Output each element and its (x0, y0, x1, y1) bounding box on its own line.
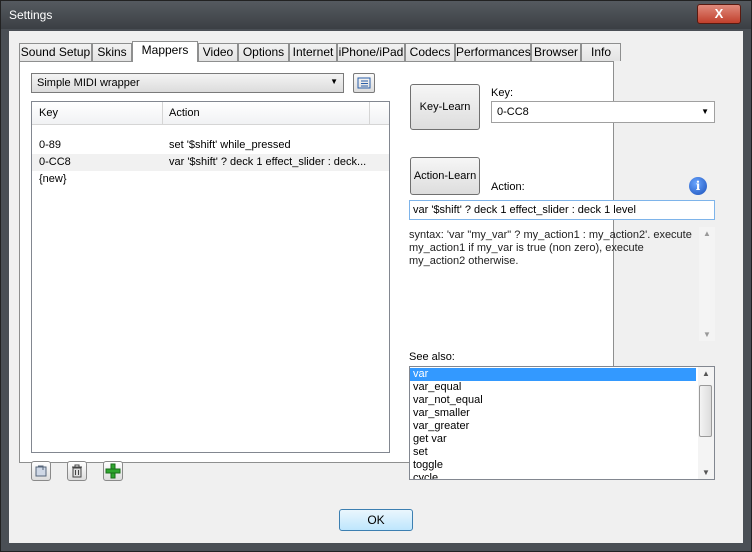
scroll-up-icon[interactable]: ▲ (703, 229, 711, 238)
row-key: {new} (39, 173, 67, 185)
list-item[interactable]: var_greater (410, 420, 696, 433)
row-key: 0-CC8 (39, 156, 71, 168)
restore-icon (35, 465, 47, 477)
mapper-list-button[interactable] (353, 73, 375, 93)
dialog-client-area: Sound Setup Skins Mappers Video Options … (9, 31, 743, 543)
column-header-key[interactable]: Key (39, 107, 58, 119)
scroll-thumb[interactable] (699, 385, 712, 437)
see-also-scrollbar[interactable]: ▲ ▼ (698, 367, 714, 479)
delete-button[interactable] (67, 461, 87, 481)
trash-icon (72, 464, 82, 478)
tab-info[interactable]: Info (581, 43, 621, 61)
list-item[interactable]: cycle (410, 472, 696, 479)
list-item[interactable]: get var (410, 433, 696, 446)
tab-skins[interactable]: Skins (92, 43, 132, 61)
action-input-value: var '$shift' ? deck 1 effect_slider : de… (413, 204, 636, 216)
list-item[interactable]: set (410, 446, 696, 459)
table-header: Key Action (32, 102, 389, 125)
table-row[interactable]: 0-89 set '$shift' while_pressed (32, 137, 389, 154)
tab-codecs[interactable]: Codecs (405, 43, 455, 61)
mapper-selected-value: Simple MIDI wrapper (37, 77, 140, 89)
see-also-list[interactable]: var var_equal var_not_equal var_smaller … (409, 366, 715, 480)
action-learn-button[interactable]: Action-Learn (410, 157, 480, 195)
ok-button[interactable]: OK (339, 509, 413, 531)
table-row[interactable]: 0-CC8 var '$shift' ? deck 1 effect_slide… (32, 154, 389, 171)
action-input[interactable]: var '$shift' ? deck 1 effect_slider : de… (409, 200, 715, 220)
settings-window: Settings X Sound Setup Skins Mappers Vid… (0, 0, 752, 552)
list-icon (357, 77, 371, 89)
list-item[interactable]: var_not_equal (410, 394, 696, 407)
column-header-action[interactable]: Action (169, 107, 200, 119)
tab-sound-setup[interactable]: Sound Setup (19, 43, 92, 61)
key-selected-value: 0-CC8 (497, 106, 529, 118)
chevron-down-icon: ▼ (701, 107, 709, 116)
info-icon[interactable]: i (689, 177, 707, 195)
tab-internet[interactable]: Internet (289, 43, 337, 61)
key-label: Key: (491, 87, 514, 99)
syntax-help-text: syntax: 'var "my_var" ? my_action1 : my_… (409, 229, 692, 267)
column-divider[interactable] (162, 102, 163, 124)
column-divider[interactable] (369, 102, 370, 124)
close-button[interactable]: X (697, 4, 741, 24)
scroll-down-icon[interactable]: ▼ (702, 468, 710, 477)
action-label: Action: (491, 181, 525, 193)
list-item[interactable]: var (410, 368, 696, 381)
tab-mappers[interactable]: Mappers (132, 41, 198, 62)
table-row[interactable]: {new} (32, 171, 389, 188)
tab-video[interactable]: Video (198, 43, 238, 61)
restore-button[interactable] (31, 461, 51, 481)
row-action: set '$shift' while_pressed (169, 139, 291, 151)
tab-options[interactable]: Options (238, 43, 289, 61)
help-scrollbar[interactable]: ▲ ▼ (699, 227, 715, 341)
scroll-down-icon[interactable]: ▼ (703, 330, 711, 339)
list-item[interactable]: var_equal (410, 381, 696, 394)
title-bar[interactable]: Settings X (1, 1, 751, 29)
key-select[interactable]: 0-CC8 ▼ (491, 101, 715, 123)
row-key: 0-89 (39, 139, 62, 151)
list-item[interactable]: var_smaller (410, 407, 696, 420)
mapping-table[interactable]: Key Action 0-89 set '$shift' while_press… (31, 101, 390, 453)
list-item[interactable]: toggle (410, 459, 696, 472)
mapper-select[interactable]: Simple MIDI wrapper ▼ (31, 73, 344, 93)
tab-browser[interactable]: Browser (531, 43, 581, 61)
key-learn-button[interactable]: Key-Learn (410, 84, 480, 130)
add-icon (105, 463, 121, 479)
scroll-up-icon[interactable]: ▲ (702, 369, 710, 378)
window-title: Settings (9, 8, 53, 22)
add-button[interactable] (103, 461, 123, 481)
tab-iphone-ipad[interactable]: iPhone/iPad (337, 43, 405, 61)
chevron-down-icon: ▼ (330, 77, 338, 86)
row-action: var '$shift' ? deck 1 effect_slider : de… (169, 156, 367, 168)
tab-performances[interactable]: Performances (455, 43, 531, 61)
see-also-label: See also: (409, 351, 455, 363)
